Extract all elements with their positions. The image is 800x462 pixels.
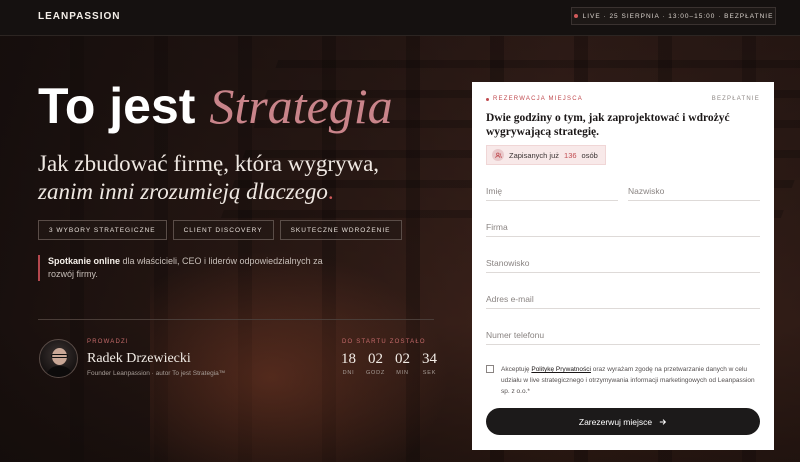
form-free-badge: BEZPŁATNIE bbox=[711, 96, 760, 102]
host-label: PROWADZI bbox=[87, 339, 129, 345]
arrow-right-icon bbox=[659, 418, 667, 425]
desc-bold: Spotkanie online bbox=[48, 256, 121, 266]
email-field[interactable] bbox=[486, 289, 760, 309]
countdown-value: 02 bbox=[368, 351, 383, 367]
first-name-input[interactable] bbox=[486, 181, 618, 200]
countdown-value: 18 bbox=[341, 351, 356, 367]
countdown-minutes: 02 MIN bbox=[393, 350, 412, 376]
consent-checkbox[interactable] bbox=[486, 365, 494, 373]
top-bar: LEANPASSION LIVE · 25 SIERPNIA · 13:00–1… bbox=[0, 0, 800, 36]
countdown-hours: 02 GODZ bbox=[366, 350, 385, 376]
first-name-field[interactable] bbox=[486, 181, 618, 201]
hero-subtitle: Jak zbudować firmę, która wygrywa, zanim… bbox=[38, 150, 379, 206]
email-input[interactable] bbox=[486, 289, 760, 308]
live-badge-text: LIVE · 25 SIERPNIA · 13:00–15:00 · BEZPŁ… bbox=[582, 12, 774, 20]
signup-suffix: osób bbox=[581, 150, 598, 160]
privacy-policy-link[interactable]: Politykę Prywatności bbox=[531, 366, 591, 373]
countdown-seconds: 34 SEK bbox=[420, 350, 439, 376]
topic-tags: 3 WYBORY STRATEGICZNE CLIENT DISCOVERY S… bbox=[38, 220, 402, 240]
countdown-unit: MIN bbox=[396, 370, 409, 376]
form-label-dot-icon bbox=[486, 97, 489, 101]
company-input[interactable] bbox=[486, 217, 760, 236]
form-label: REZERWACJA MIEJSCA bbox=[486, 96, 583, 102]
form-label-text: REZERWACJA MIEJSCA bbox=[493, 96, 583, 102]
host-role: Founder Leanpassion · autor To jest Stra… bbox=[87, 370, 226, 377]
company-field[interactable] bbox=[486, 217, 760, 237]
last-name-input[interactable] bbox=[628, 181, 760, 200]
live-dot-icon bbox=[573, 14, 578, 18]
live-badge: LIVE · 25 SIERPNIA · 13:00–15:00 · BEZPŁ… bbox=[571, 7, 776, 25]
phone-input[interactable] bbox=[486, 325, 760, 344]
users-icon bbox=[492, 149, 504, 161]
reserve-seat-button[interactable]: Zarezerwuj miejsce bbox=[486, 408, 760, 435]
subtitle-line1: Jak zbudować firmę, która wygrywa, bbox=[38, 151, 380, 176]
countdown: 18 DNI 02 GODZ 02 MIN 34 SEK bbox=[339, 350, 439, 376]
countdown-value: 34 bbox=[422, 351, 437, 367]
tag-implementation: SKUTECZNE WDROŻENIE bbox=[279, 220, 402, 240]
signup-prefix: Zapisanych już bbox=[509, 150, 560, 160]
position-field[interactable] bbox=[486, 253, 760, 273]
position-input[interactable] bbox=[486, 253, 760, 272]
subtitle-line2-wrap: zanim inni zrozumieją dlaczego. bbox=[38, 178, 379, 206]
host-avatar bbox=[39, 339, 78, 378]
section-divider bbox=[38, 319, 434, 320]
reserve-seat-label: Zarezerwuj miejsce bbox=[578, 416, 653, 427]
signup-count: 136 bbox=[564, 150, 577, 160]
subtitle-dot: . bbox=[327, 179, 334, 204]
consent-row: Akceptuję Politykę Prywatności oraz wyra… bbox=[486, 364, 761, 397]
hero-title: To jest Strategia bbox=[38, 76, 393, 136]
phone-field[interactable] bbox=[486, 325, 760, 345]
registration-form-card: REZERWACJA MIEJSCA BEZPŁATNIE Dwie godzi… bbox=[472, 82, 774, 450]
countdown-unit: DNI bbox=[342, 370, 355, 376]
hero-title-main: To jest bbox=[38, 78, 196, 134]
brand-logo[interactable]: LEANPASSION bbox=[38, 11, 121, 22]
subtitle-line2: zanim inni zrozumieją dlaczego bbox=[38, 179, 328, 204]
consent-prefix: Akceptuję bbox=[501, 366, 530, 373]
event-description: Spotkanie online dla właścicieli, CEO i … bbox=[38, 255, 328, 281]
signup-counter: Zapisanych już 136 osób bbox=[486, 145, 606, 165]
countdown-value: 02 bbox=[395, 351, 410, 367]
tag-strategic-choices: 3 WYBORY STRATEGICZNE bbox=[38, 220, 167, 240]
hero-title-accent: Strategia bbox=[209, 78, 393, 134]
countdown-unit: GODZ bbox=[365, 370, 386, 376]
countdown-label: DO STARTU ZOSTAŁO bbox=[342, 339, 426, 345]
form-title: Dwie godziny o tym, jak zaprojektować i … bbox=[486, 112, 730, 138]
countdown-unit: SEK bbox=[422, 370, 437, 376]
consent-text: Akceptuję Politykę Prywatności oraz wyra… bbox=[501, 364, 761, 397]
tag-client-discovery: CLIENT DISCOVERY bbox=[172, 220, 274, 240]
host-name: Radek Drzewiecki bbox=[87, 351, 191, 366]
last-name-field[interactable] bbox=[628, 181, 760, 201]
countdown-days: 18 DNI bbox=[339, 350, 358, 376]
